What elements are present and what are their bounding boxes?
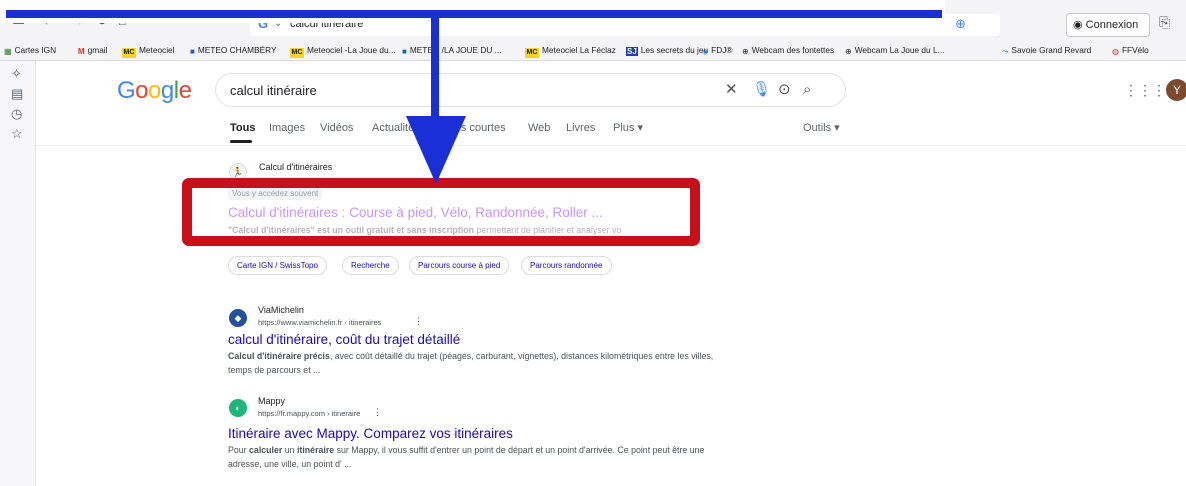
sitelink-chip[interactable]: Parcours randonnée <box>521 256 612 275</box>
bookmark-item[interactable]: ⊕ Webcam La Joue du L... <box>845 44 945 56</box>
bookmark-item[interactable]: MC Meteociel La Féclaz <box>525 44 616 58</box>
snippet-bold: Calcul d'itinéraire précis <box>228 351 330 361</box>
bookmark-item[interactable]: ■ METEO CHAMBÉRY <box>190 44 277 56</box>
login-button[interactable]: ◉ Connexion <box>1066 13 1150 37</box>
user-circle-icon: ◉ <box>1073 19 1086 31</box>
more-options-icon[interactable]: ⋮ <box>373 408 382 417</box>
globe-icon: ⊕ <box>742 47 749 56</box>
snippet-text: un <box>282 445 297 455</box>
arrow-shaft <box>431 12 439 120</box>
bookmark-label: Meteociel <box>139 45 175 55</box>
search-icon[interactable]: ⌕ <box>803 82 811 98</box>
bookmark-label: Webcam La Joue du L... <box>854 45 945 55</box>
globe-icon[interactable]: ⊕ <box>955 17 966 31</box>
bookmark-item[interactable]: ▦ Cartes IGN <box>4 44 56 56</box>
bookmark-item[interactable]: ⊕ Webcam des fontettes <box>742 44 834 56</box>
bookmark-label: Meteociel La Féclaz <box>542 45 616 55</box>
sj-icon: SJ <box>626 47 638 56</box>
bookmark-label: FFVélo <box>1121 45 1149 55</box>
browser-sidebar: ✧ ▤ ◷ ☆ <box>0 61 36 486</box>
sitelink-chip[interactable]: Parcours course à pied <box>409 256 510 275</box>
tab-all[interactable]: Tous <box>230 122 255 135</box>
search-query[interactable]: calcul itinéraire <box>230 83 317 98</box>
bookmark-label: gmail <box>87 45 108 55</box>
tab-more[interactable]: Plus ▾ <box>613 122 643 135</box>
more-options-icon[interactable]: ⋮ <box>414 317 423 326</box>
snippet-bold: calculer <box>249 445 283 455</box>
sitelink-chip[interactable]: Recherche <box>342 256 399 275</box>
share-icon[interactable]: ⎘ <box>1159 14 1170 31</box>
bookmark-label: METEO /LA JOUE DU ... <box>409 45 502 55</box>
tab-videos[interactable]: Vidéos <box>320 122 353 135</box>
bookmark-label: Les secrets du jeu <box>640 45 709 55</box>
result-site-name[interactable]: Mappy <box>258 396 285 407</box>
map-icon: ▦ <box>4 47 12 56</box>
login-label: Connexion <box>1085 19 1139 31</box>
search-input[interactable]: calcul itinéraire ✕ 🎙 ⊙ ⌕ <box>215 73 846 107</box>
bookmark-item[interactable]: ◈ FDJ® <box>702 44 732 56</box>
globe-icon: ⊕ <box>845 47 852 56</box>
mc-icon: MC <box>525 48 539 58</box>
bookmark-item[interactable]: ⤳ Savoie Grand Revard <box>1002 44 1091 56</box>
bookmark-label: Webcam des fontettes <box>751 45 835 55</box>
tab-books[interactable]: Livres <box>566 122 595 135</box>
bookmark-item[interactable]: ◍ FFVélo <box>1112 44 1149 56</box>
history-icon[interactable]: ◷ <box>11 107 22 121</box>
bookmark-item[interactable]: MC Meteociel -La Joue du... <box>290 44 396 58</box>
result-snippet: Pour calculer un itinéraire sur Mappy, i… <box>228 443 718 471</box>
snippet-text: Pour <box>228 445 250 455</box>
sitelink-chip[interactable]: Carte IGN / SwissTopo <box>228 256 327 275</box>
snippet-bold: itinéraire <box>296 445 335 455</box>
bookmark-label: Meteociel -La Joue du... <box>307 45 396 55</box>
bookmark-item[interactable]: MC Meteociel <box>122 44 175 58</box>
result-title-link[interactable]: calcul d'itinéraire, coût du trajet déta… <box>228 331 460 348</box>
result-snippet: Calcul d'itinéraire précis, avec coût dé… <box>228 349 718 377</box>
bookmark-label: Cartes IGN <box>14 45 57 55</box>
mappy-icon: ◐ <box>229 399 247 417</box>
bookmark-item[interactable]: SJ Les secrets du jeu <box>626 44 708 56</box>
tools-button[interactable]: Outils ▾ <box>803 122 840 135</box>
viamichelin-icon: ◆ <box>229 309 247 327</box>
clear-icon[interactable]: ✕ <box>725 82 738 98</box>
bookmark-label: Savoie Grand Revard <box>1011 45 1092 55</box>
tab-images[interactable]: Images <box>269 122 305 135</box>
mc-icon: MC <box>290 48 304 58</box>
arrow-line <box>6 10 942 18</box>
fdj-icon: ◈ <box>702 47 709 56</box>
bookmark-label: METEO CHAMBÉRY <box>197 45 277 55</box>
divider <box>36 145 1186 146</box>
active-tab-indicator <box>230 140 252 143</box>
gmail-icon: M <box>78 47 85 56</box>
weather-icon: ■ <box>190 47 195 56</box>
arrow-head <box>406 116 466 184</box>
collections-icon[interactable]: ▤ <box>11 87 23 101</box>
result-site-name[interactable]: ViaMichelin <box>258 305 304 316</box>
bookmark-item[interactable]: Mgmail <box>78 44 108 56</box>
microphone-icon[interactable]: 🎙 <box>752 82 771 98</box>
tab-web[interactable]: Web <box>528 122 550 135</box>
result-site-name[interactable]: Calcul d'itinéraires <box>259 162 332 173</box>
weather-icon: ■ <box>402 47 407 56</box>
apps-grid-icon[interactable]: ⋮⋮⋮ <box>1124 83 1166 97</box>
mc-icon: MC <box>122 48 136 58</box>
favorites-icon[interactable]: ☆ <box>11 127 23 141</box>
result-url[interactable]: https://www.viamichelin.fr › itineraires <box>258 318 381 327</box>
google-logo[interactable]: Google <box>117 78 192 104</box>
savoie-icon: ⤳ <box>1002 47 1009 56</box>
lens-icon[interactable]: ⊙ <box>778 82 791 98</box>
highlight-box <box>182 178 700 246</box>
bookmark-label: FDJ® <box>711 45 733 55</box>
ffvelo-icon: ◍ <box>1112 47 1119 56</box>
result-url[interactable]: https://fr.mappy.com › itineraire <box>258 409 360 418</box>
ai-icon[interactable]: ✧ <box>11 67 22 81</box>
result-title-link[interactable]: Itinéraire avec Mappy. Comparez vos itin… <box>228 425 513 442</box>
avatar[interactable]: Y <box>1166 79 1186 101</box>
bookmark-item[interactable]: ■ METEO /LA JOUE DU ... <box>402 44 502 56</box>
